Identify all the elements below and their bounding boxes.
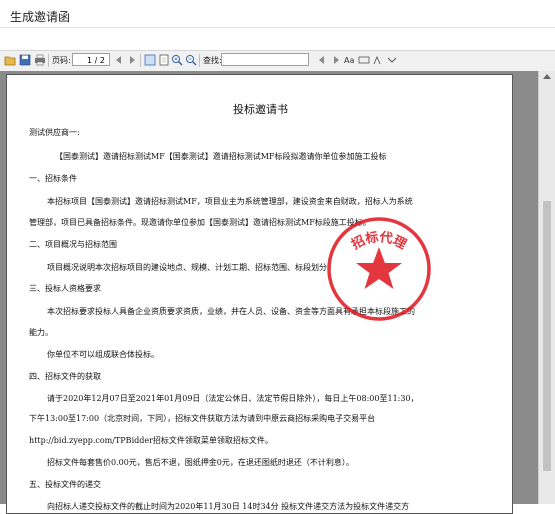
body-line: 下午13:00至17:00（北京时间，下同），招标文件获取方法为请到中原云商招标… <box>29 414 376 423</box>
document-page: 投标邀请书 测试供应商一: 【国泰测试】邀请招标测试MF【国泰测试】邀请招标测试… <box>6 74 513 514</box>
recipient-line: 测试供应商一: <box>29 128 80 137</box>
viewer-toolbar: 页码: 1 / 2 查找: Aa <box>0 50 555 72</box>
print-icon[interactable] <box>34 54 46 66</box>
highlight-icon[interactable] <box>372 54 384 66</box>
section-heading: 五、投标文件的递交 <box>29 480 101 489</box>
svg-text:Aa: Aa <box>344 56 354 65</box>
body-line: 项目概况说明本次招标项目的建设地点、规模、计划工期、招标范围、标段划分 <box>47 263 327 272</box>
toolbar-separator <box>140 54 141 67</box>
vertical-scrollbar[interactable] <box>538 71 555 504</box>
next-page-icon[interactable] <box>126 54 138 66</box>
body-line: 招标文件每套售价0.00元，售后不退，图纸押金0元，在退还图纸时退还（不计利息）… <box>47 458 354 467</box>
section-heading: 四、招标文件的获取 <box>29 372 101 381</box>
previous-page-icon[interactable] <box>113 54 125 66</box>
header-spacer <box>0 28 555 50</box>
single-page-view-icon[interactable] <box>144 54 156 66</box>
body-line: 你单位不可以组成联合体投标。 <box>47 350 159 359</box>
toolbar-separator <box>48 54 49 67</box>
zoom-out-icon[interactable] <box>185 54 197 66</box>
section-heading: 二、项目概况与招标范围 <box>29 240 117 249</box>
find-next-icon[interactable] <box>330 54 342 66</box>
body-line: 【国泰测试】邀请招标测试MF【国泰测试】邀请招标测试MF标段拟邀请你单位参加施工… <box>55 152 387 161</box>
window-title: 生成邀请函 <box>10 10 71 24</box>
body-line: 向招标人递交投标文件的截止时间为2020年11月30日 14时34分 投标文件递… <box>47 502 410 511</box>
page-label: 页码: <box>52 56 71 65</box>
find-label: 查找: <box>203 56 222 65</box>
section-heading: 三、投标人资格要求 <box>29 284 101 293</box>
options-icon[interactable] <box>386 54 398 66</box>
window-titlebar: 生成邀请函 <box>0 0 555 28</box>
body-line: 请于2020年12月07日至2021年01月09日（法定公休日、法定节假日除外）… <box>47 394 419 403</box>
open-icon[interactable] <box>4 54 16 66</box>
find-previous-icon[interactable] <box>316 54 328 66</box>
whole-word-icon[interactable] <box>358 54 370 66</box>
fit-page-icon[interactable] <box>158 54 170 66</box>
document-title: 投标邀请书 <box>233 103 288 116</box>
match-case-icon[interactable]: Aa <box>344 54 356 66</box>
page-number-input[interactable]: 1 / 2 <box>72 53 110 66</box>
scrollbar-thumb[interactable] <box>543 201 551 471</box>
scroll-up-icon[interactable] <box>543 74 551 79</box>
toolbar-separator <box>199 54 200 67</box>
body-line: 能力。 <box>29 328 53 337</box>
zoom-in-icon[interactable] <box>171 54 183 66</box>
save-icon[interactable] <box>19 54 31 66</box>
section-heading: 一、招标条件 <box>29 174 77 183</box>
body-line: http://bid.zyepp.com/TPBidder招标文件领取菜单领取招… <box>29 436 273 445</box>
find-input[interactable] <box>221 53 309 66</box>
seal-stamp: 招标代理 <box>327 217 431 321</box>
